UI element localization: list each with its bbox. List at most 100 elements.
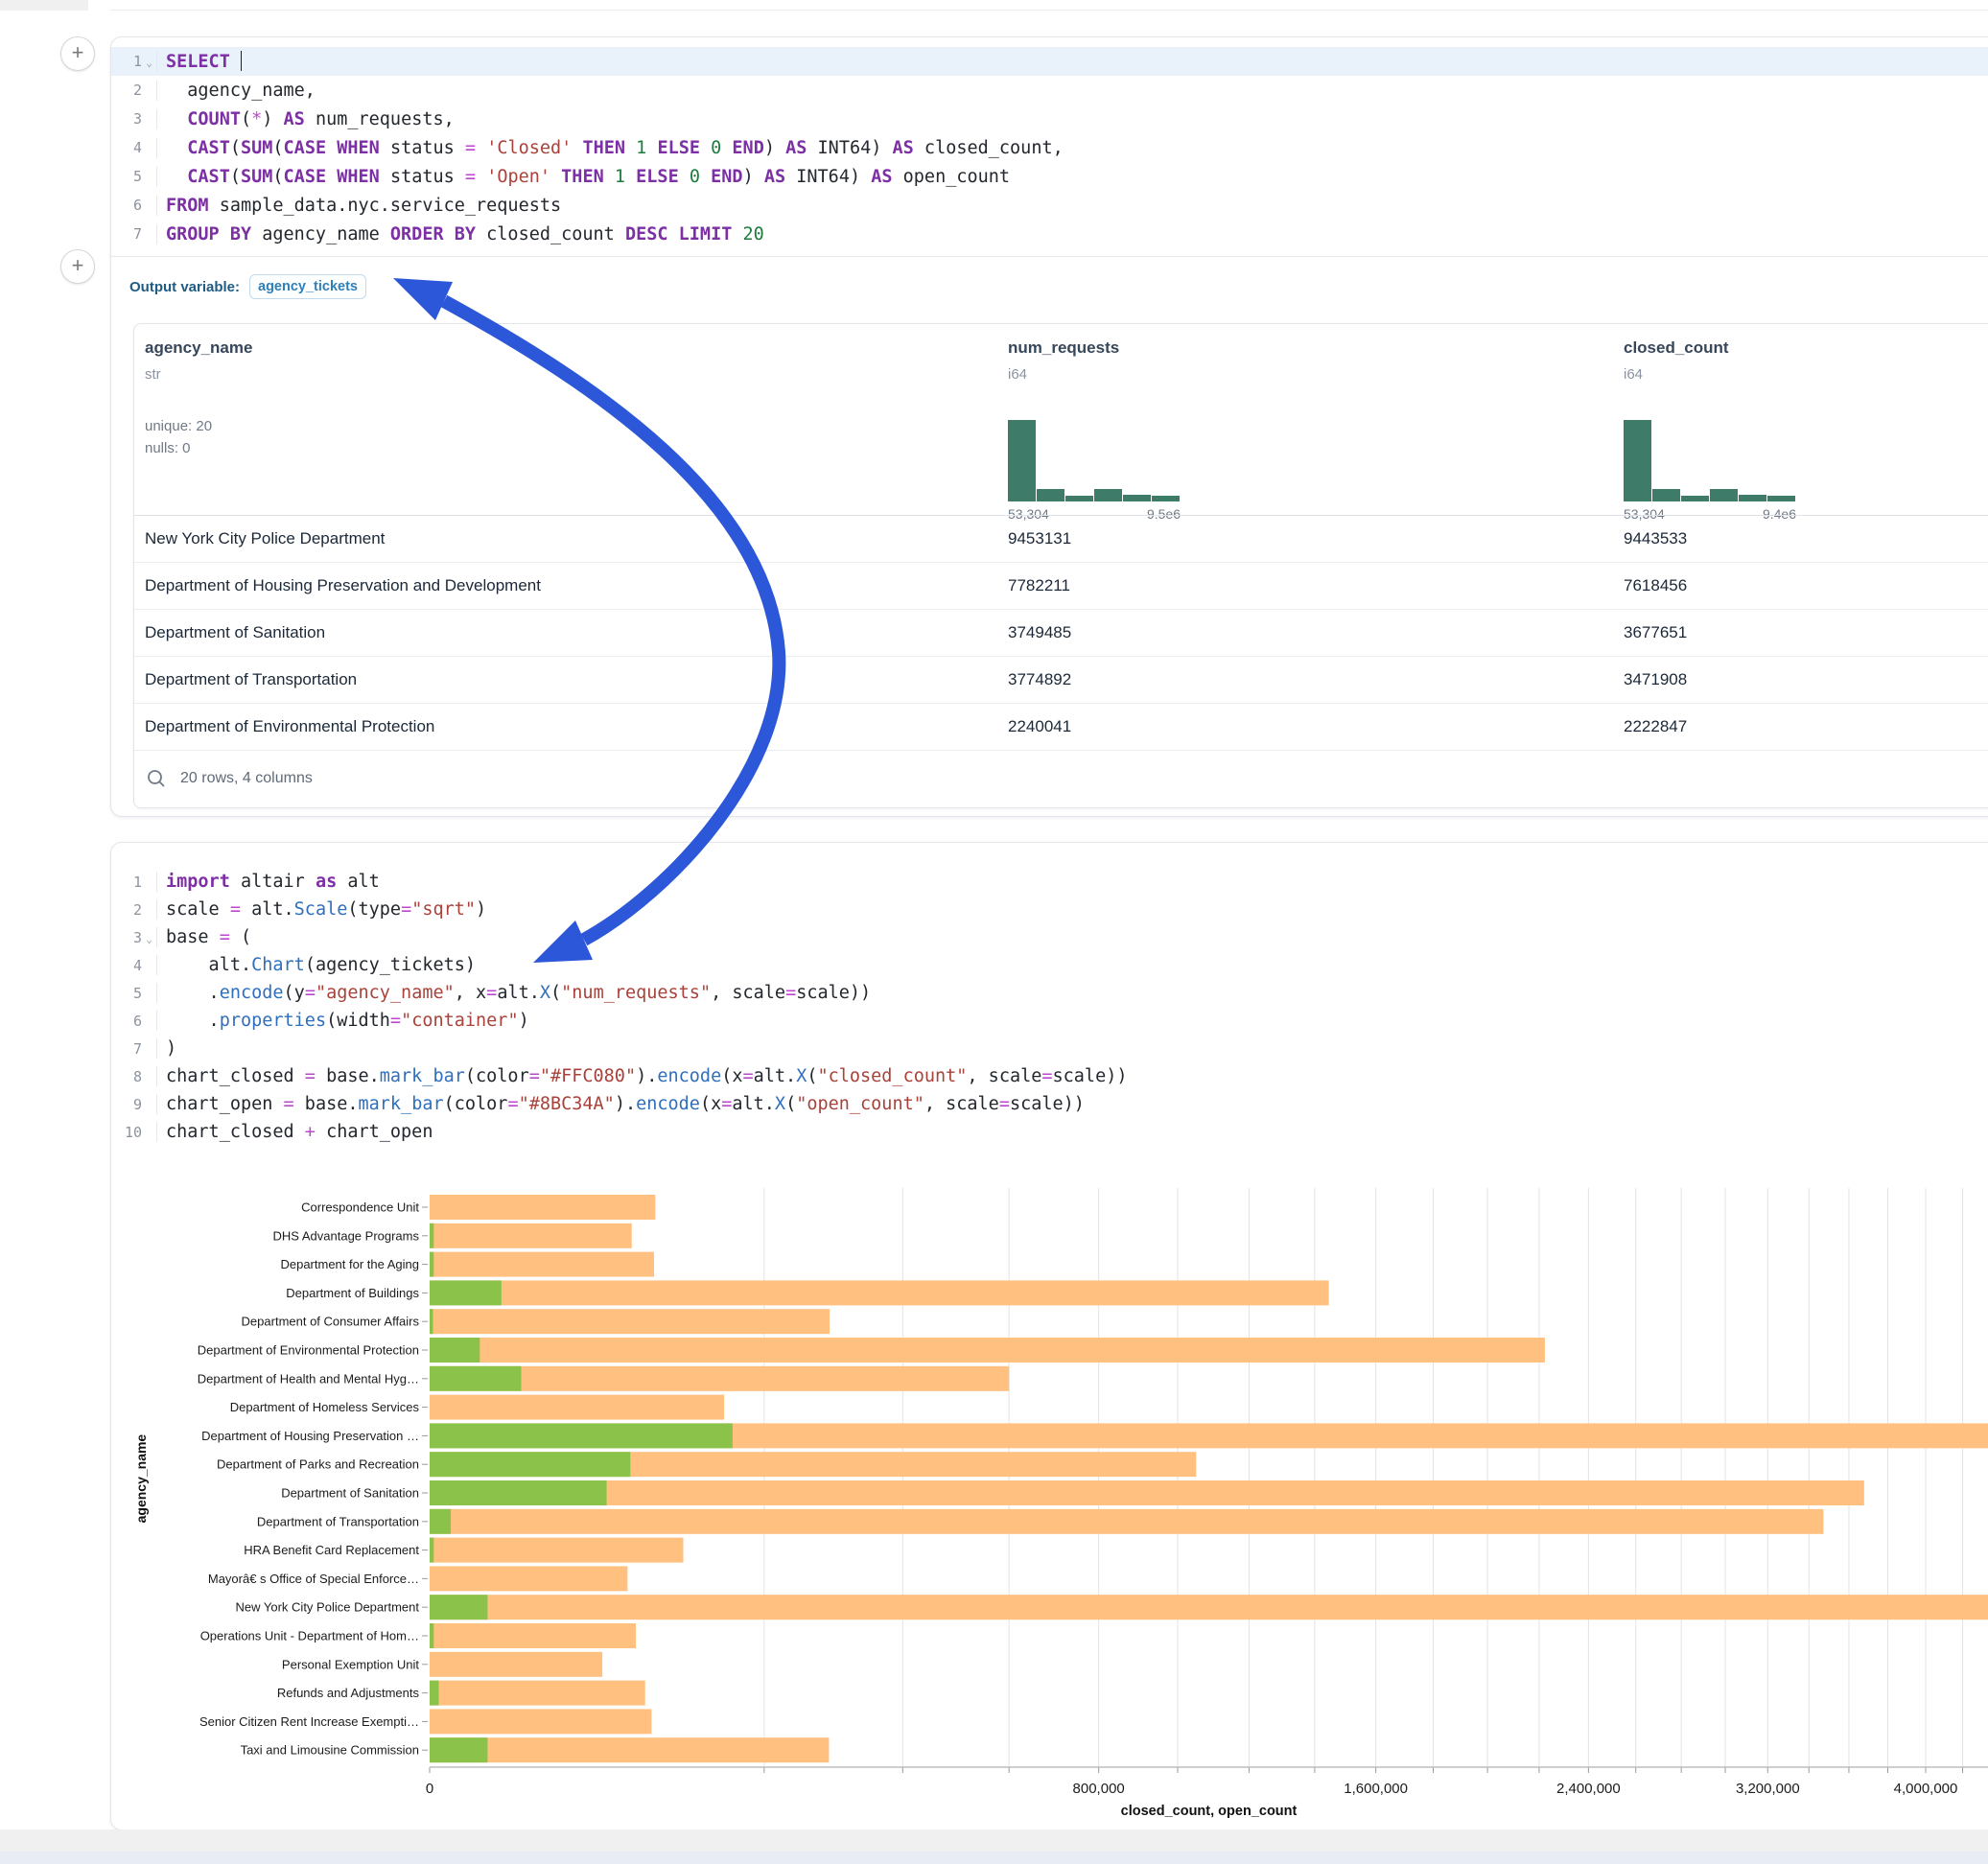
column-histogram [1624,420,1796,501]
line-number: 10 [111,1124,142,1141]
result-table: agency_namestrunique: 20nulls: 0 num_requ… [133,323,1988,808]
sql-editor[interactable]: 1⌄SELECT 2 agency_name,3 COUNT(*) AS num… [111,47,1988,248]
code-text: COUNT(*) AS num_requests, [156,109,1988,129]
sql-line-5[interactable]: 5 CAST(SUM(CASE WHEN status = 'Open' THE… [111,162,1988,191]
sql-line-7[interactable]: 7GROUP BY agency_name ORDER BY closed_co… [111,220,1988,248]
histogram-bar [1065,496,1093,501]
fold-gutter [142,175,156,178]
table-cell: 2222847 [1624,717,1687,736]
code-text: ) [156,1038,1988,1059]
altair-bar-chart: 0800,0001,600,0002,400,0003,200,0004,000… [110,1175,1988,1836]
histogram-bar [1739,495,1766,501]
table-cell: 7618456 [1624,576,1687,595]
x-tick-label: 800,000 [1073,1781,1125,1797]
histogram-bar [1094,489,1122,501]
python-line-5[interactable]: 5 .encode(y="agency_name", x=alt.X("num_… [111,979,1988,1007]
python-editor[interactable]: 1import altair as alt2scale = alt.Scale(… [111,868,1988,1146]
y-tick-label: HRA Benefit Card Replacement [244,1543,419,1557]
column-type: str [145,366,252,383]
fold-chevron-icon[interactable]: ⌄ [142,930,156,945]
histogram-bar [1624,420,1651,501]
fold-gutter [142,1103,156,1106]
table-row[interactable]: Department of Housing Preservation and D… [134,563,1988,610]
sql-line-2[interactable]: 2 agency_name, [111,76,1988,105]
y-tick-label: Operations Unit - Department of Hom… [200,1629,419,1643]
table-cell: 9443533 [1624,529,1687,548]
table-cell: 3677651 [1624,623,1687,642]
code-text: chart_open = base.mark_bar(color="#8BC34… [156,1094,1988,1114]
y-tick-label: Taxi and Limousine Commission [241,1743,419,1758]
add-cell-button[interactable]: + [60,36,95,71]
table-cell: Department of Housing Preservation and D… [145,576,541,595]
code-text: chart_closed = base.mark_bar(color="#FFC… [156,1066,1988,1086]
table-row[interactable]: Department of Environmental Protection22… [134,704,1988,751]
x-tick-label: 3,200,000 [1736,1781,1800,1797]
python-line-7[interactable]: 7) [111,1035,1988,1062]
fold-gutter [142,1019,156,1022]
bar-closed-count [430,1623,636,1648]
y-tick-label: New York City Police Department [236,1600,420,1615]
output-variable-pill[interactable]: agency_tickets [249,274,366,299]
column-header-agency_name[interactable]: agency_namestrunique: 20nulls: 0 [145,338,252,459]
output-variable-row: Output variable: agency_tickets [111,256,1988,316]
code-text: GROUP BY agency_name ORDER BY closed_cou… [156,224,1988,245]
sql-line-1[interactable]: 1⌄SELECT [111,47,1988,76]
sql-line-4[interactable]: 4 CAST(SUM(CASE WHEN status = 'Closed' T… [111,133,1988,162]
sql-line-6[interactable]: 6FROM sample_data.nyc.service_requests [111,191,1988,220]
fold-chevron-icon[interactable]: ⌄ [142,54,156,69]
python-line-8[interactable]: 8chart_closed = base.mark_bar(color="#FF… [111,1062,1988,1090]
add-cell-button[interactable]: + [60,249,95,284]
line-number: 2 [111,82,142,99]
bar-open-count [430,1223,433,1248]
fold-gutter [142,964,156,967]
bar-open-count [430,1595,487,1619]
table-row[interactable]: New York City Police Department 9453131 94… [134,516,1988,563]
python-line-9[interactable]: 9chart_open = base.mark_bar(color="#8BC3… [111,1090,1988,1118]
page-bottom-gap [0,1829,1988,1852]
table-row-count: 20 rows, 4 columns [180,770,313,787]
fold-gutter [142,1047,156,1050]
line-number: 2 [111,901,142,919]
code-text: CAST(SUM(CASE WHEN status = 'Closed' THE… [156,138,1988,158]
code-text: SELECT [156,51,1988,72]
search-icon[interactable] [146,768,167,789]
table-row[interactable]: Department of Sanitation37494853677651 [134,610,1988,657]
y-tick-label: DHS Advantage Programs [273,1228,420,1243]
text-cursor [241,51,243,71]
column-header-num_requests[interactable]: num_requestsi6453,3049.5e6 [1008,338,1119,383]
python-line-4[interactable]: 4 alt.Chart(agency_tickets) [111,951,1988,979]
table-footer: 20 rows, 4 columns [134,751,1988,806]
python-line-6[interactable]: 6 .properties(width="container") [111,1007,1988,1035]
table-cell: 9453131 [1008,529,1071,548]
bar-closed-count [430,1652,602,1677]
y-tick-label: Correspondence Unit [301,1200,419,1215]
output-variable-label: Output variable: [129,279,240,295]
bar-closed-count [430,1280,1329,1305]
fold-gutter [142,991,156,994]
column-type: i64 [1008,366,1119,383]
bar-open-count [430,1423,733,1448]
python-line-2[interactable]: 2scale = alt.Scale(type="sqrt") [111,896,1988,923]
column-header-closed_count[interactable]: closed_counti6453,3049.4e6 [1624,338,1729,383]
histogram-bar [1008,420,1036,501]
table-cell: New York City Police Department [145,529,385,548]
table-cell: Department of Transportation [145,670,357,689]
table-cell: 3471908 [1624,670,1687,689]
sql-line-3[interactable]: 3 COUNT(*) AS num_requests, [111,105,1988,133]
line-number: 6 [111,197,142,214]
python-line-3[interactable]: 3⌄base = ( [111,923,1988,951]
table-row[interactable]: Department of Transportation377489234719… [134,657,1988,704]
histogram-bar [1037,489,1064,501]
bar-open-count [430,1681,439,1706]
python-line-1[interactable]: 1import altair as alt [111,868,1988,896]
python-line-10[interactable]: 10chart_closed + chart_open [111,1118,1988,1146]
line-number: 5 [111,168,142,185]
y-tick-label: Senior Citizen Rent Increase Exempti… [199,1714,419,1729]
y-axis-title: agency_name [133,1434,149,1524]
bar-open-count [430,1309,433,1334]
code-text: base = ( [156,927,1988,947]
histogram-bar [1652,489,1680,501]
bar-closed-count [430,1309,830,1334]
bar-closed-count [430,1480,1864,1505]
y-tick-label: Department of Buildings [286,1286,419,1300]
